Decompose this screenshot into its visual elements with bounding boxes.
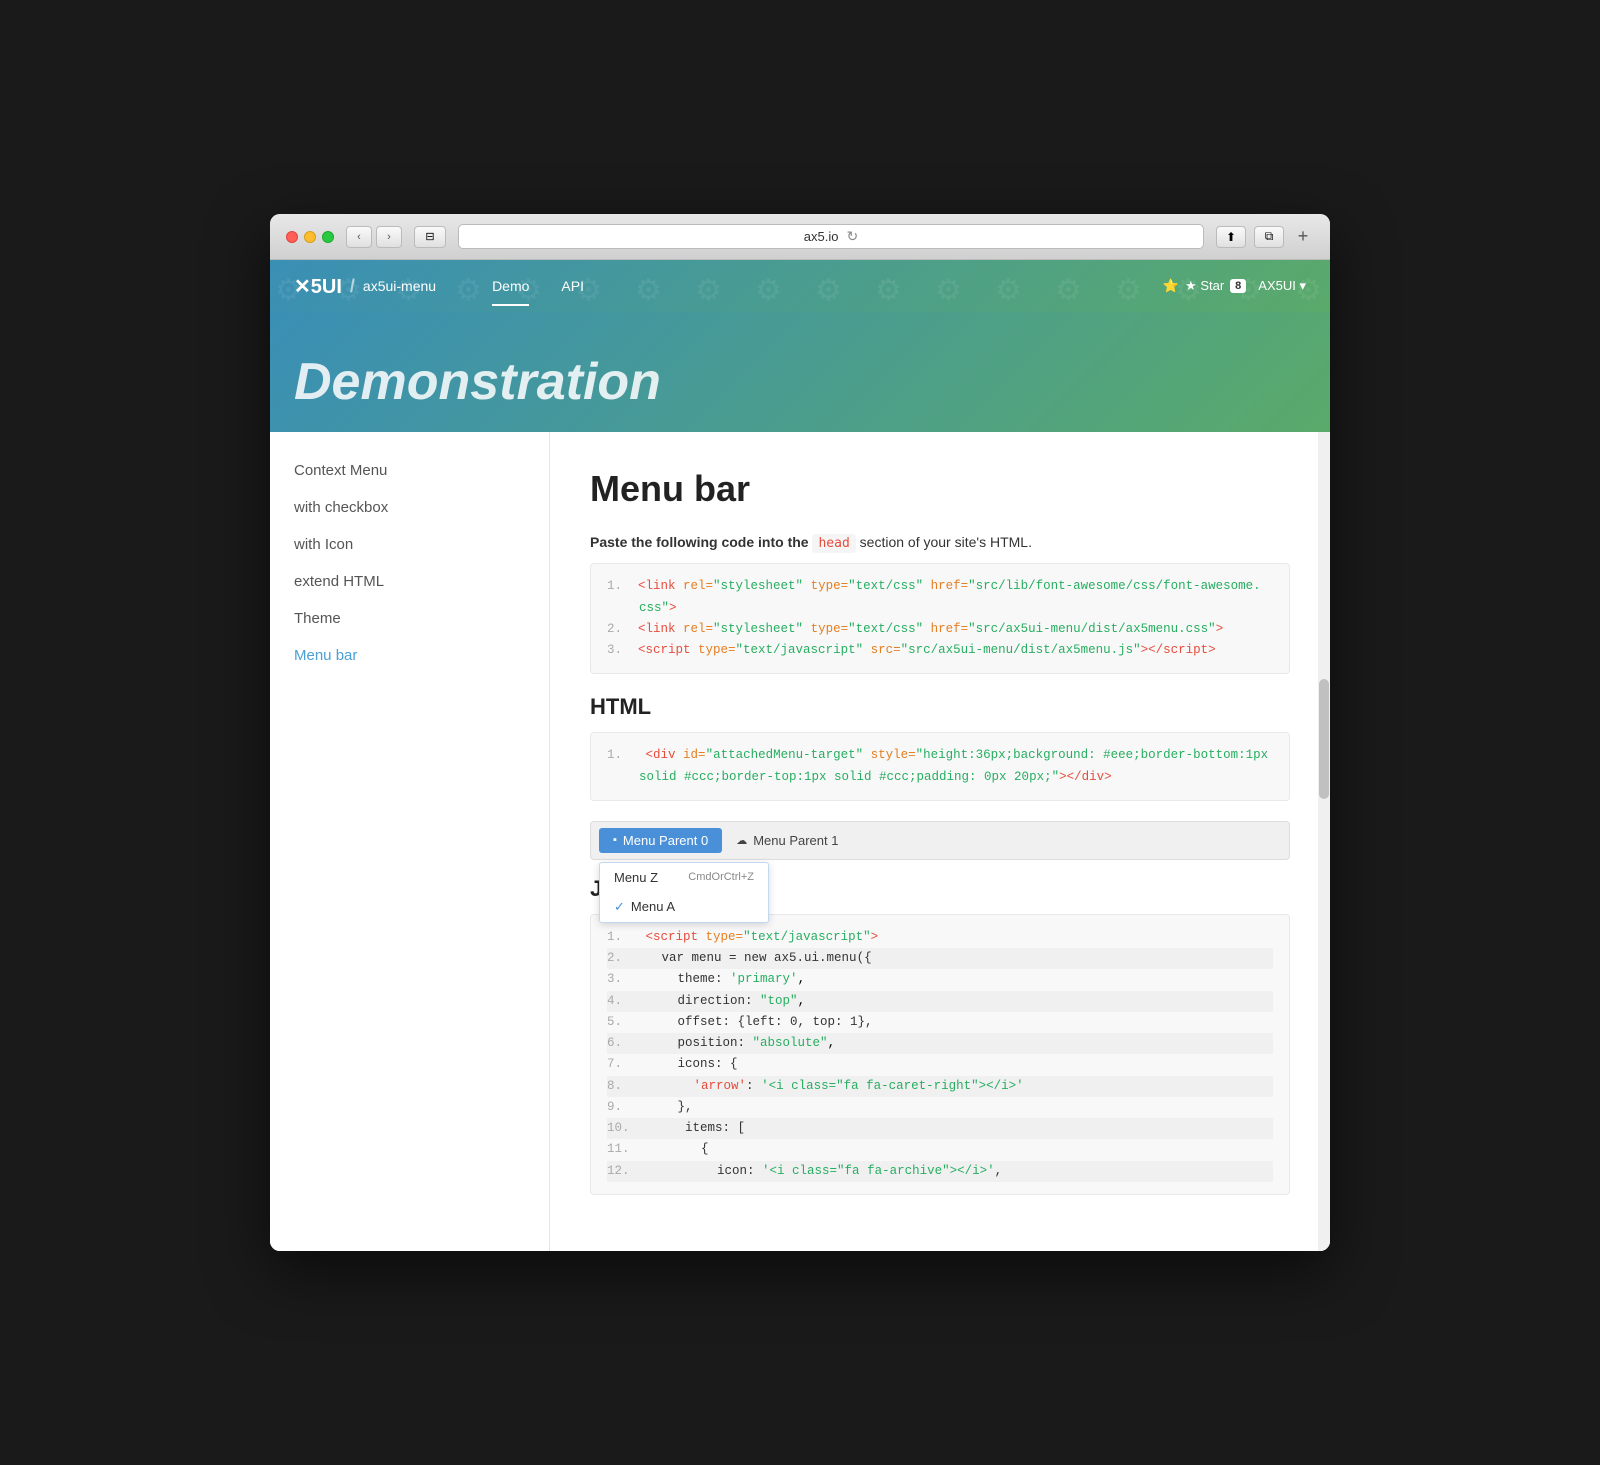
star-label: ★ Star	[1185, 278, 1224, 294]
site-header-inner: ✕5UI / ax5ui-menu Demo API ⭐ ★ Star 8	[294, 260, 1306, 312]
url-text: ax5.io	[804, 229, 839, 244]
logo-separator: /	[350, 276, 355, 297]
js-line-9: 9. },	[607, 1097, 1273, 1118]
site-header: ✕5UI / ax5ui-menu Demo API ⭐ ★ Star 8	[270, 260, 1330, 312]
dropdown-shortcut-z: CmdOrCtrl+Z	[688, 871, 754, 883]
js-line-1: 1. <script type="text/javascript">	[607, 927, 1273, 948]
js-line-6: 6. position: "absolute",	[607, 1033, 1273, 1054]
dropdown-item-menu-z[interactable]: Menu Z CmdOrCtrl+Z	[600, 863, 768, 892]
dropdown-popup: Menu Z CmdOrCtrl+Z ✓ Menu A	[599, 862, 769, 923]
js-line-2: 2. var menu = new ax5.ui.menu({	[607, 948, 1273, 969]
intro-paragraph: Paste the following code into the head s…	[590, 534, 1290, 551]
menu-parent-1-icon: ☁	[736, 834, 747, 847]
js-line-10: 10. items: [	[607, 1118, 1273, 1139]
forward-button[interactable]: ›	[376, 226, 402, 248]
main-layout: Context Menu with checkbox with Icon ext…	[270, 432, 1330, 1251]
code-line-2: 2.<link rel="stylesheet" type="text/css"…	[607, 619, 1273, 640]
demo-banner: Demonstration	[270, 312, 1330, 432]
js-line-8: 8. 'arrow': '<i class="fa fa-caret-right…	[607, 1076, 1273, 1097]
code-line-1b: css">	[607, 598, 1273, 619]
intro-text-bold: Paste the following code into the	[590, 534, 809, 550]
browser-window: ‹ › ⊟ ax5.io ↻ ⬆ ⧉ + ✕5UI / ax5ui-menu D…	[270, 214, 1330, 1251]
dropdown-item-label-z: Menu Z	[614, 870, 658, 885]
scrollbar-thumb[interactable]	[1319, 679, 1329, 799]
content-area: Menu bar Paste the following code into t…	[550, 432, 1330, 1251]
head-tag: head	[812, 534, 855, 553]
ax5ui-menu[interactable]: AX5UI ▾	[1258, 278, 1306, 294]
js-line-11: 11. {	[607, 1139, 1273, 1160]
toolbar-right: ⬆ ⧉ +	[1216, 226, 1314, 248]
site-logo: ✕5UI / ax5ui-menu	[294, 274, 436, 299]
nav-buttons: ‹ ›	[346, 226, 402, 248]
star-icon: ⭐	[1163, 278, 1179, 294]
close-button[interactable]	[286, 231, 298, 243]
maximize-button[interactable]	[322, 231, 334, 243]
site-nav: Demo API	[476, 270, 600, 302]
sidebar-item-extend-html[interactable]: extend HTML	[270, 563, 549, 600]
new-tab-button[interactable]: ⧉	[1254, 226, 1284, 248]
html-code-line-1b: solid #ccc;border-top:1px solid #ccc;pad…	[607, 767, 1273, 788]
dropdown-item-menu-a[interactable]: ✓ Menu A	[600, 892, 768, 922]
menu-parent-1-button[interactable]: ☁ Menu Parent 1	[722, 828, 852, 853]
sidebar: Context Menu with checkbox with Icon ext…	[270, 432, 550, 1251]
back-button[interactable]: ‹	[346, 226, 372, 248]
minimize-button[interactable]	[304, 231, 316, 243]
logo-mark: ✕5UI	[294, 274, 342, 299]
site-header-right: ⭐ ★ Star 8 AX5UI ▾	[1163, 278, 1306, 294]
sidebar-item-theme[interactable]: Theme	[270, 600, 549, 637]
head-code-block: 1.<link rel="stylesheet" type="text/css"…	[590, 563, 1290, 674]
js-line-5: 5. offset: {left: 0, top: 1},	[607, 1012, 1273, 1033]
js-line-4: 4. direction: "top",	[607, 991, 1273, 1012]
js-line-3: 3. theme: 'primary',	[607, 969, 1273, 990]
title-bar: ‹ › ⊟ ax5.io ↻ ⬆ ⧉ +	[270, 214, 1330, 260]
nav-api[interactable]: API	[545, 270, 600, 302]
refresh-button[interactable]: ↻	[846, 228, 858, 245]
menu-parent-0-button[interactable]: ▪ Menu Parent 0	[599, 828, 722, 853]
menu-bar-demo: ▪ Menu Parent 0 ☁ Menu Parent 1 Menu Z C…	[590, 821, 1290, 860]
sidebar-item-with-icon[interactable]: with Icon	[270, 526, 549, 563]
dropdown-item-label-a: Menu A	[631, 899, 754, 914]
menu-parent-0-icon: ▪	[613, 834, 617, 846]
html-code-block: 1. <div id="attachedMenu-target" style="…	[590, 732, 1290, 801]
sidebar-item-menu-bar[interactable]: Menu bar	[270, 637, 549, 674]
menu-parent-1-label: Menu Parent 1	[753, 833, 838, 848]
intro-text2: section of your site's HTML.	[860, 534, 1032, 550]
menu-bar-inner: ▪ Menu Parent 0 ☁ Menu Parent 1	[591, 822, 1289, 859]
github-star[interactable]: ⭐ ★ Star 8	[1163, 278, 1246, 294]
page-title: Menu bar	[590, 468, 1290, 510]
add-tab-button[interactable]: +	[1292, 226, 1314, 248]
html-code-line-1: 1. <div id="attachedMenu-target" style="…	[607, 745, 1273, 766]
code-line-1: 1.<link rel="stylesheet" type="text/css"…	[607, 576, 1273, 597]
menu-parent-0-label: Menu Parent 0	[623, 833, 708, 848]
sidebar-item-context-menu[interactable]: Context Menu	[270, 452, 549, 489]
sidebar-item-with-checkbox[interactable]: with checkbox	[270, 489, 549, 526]
js-line-7: 7. icons: {	[607, 1054, 1273, 1075]
star-count: 8	[1230, 279, 1246, 293]
sidebar-toggle[interactable]: ⊟	[414, 226, 446, 248]
nav-demo[interactable]: Demo	[476, 270, 545, 302]
js-code-block: 1. <script type="text/javascript"> 2. va…	[590, 914, 1290, 1195]
share-button[interactable]: ⬆	[1216, 226, 1246, 248]
scrollbar-track[interactable]	[1318, 432, 1330, 1251]
html-section-title: HTML	[590, 694, 1290, 720]
demo-banner-title: Demonstration	[294, 352, 1330, 412]
traffic-lights	[286, 231, 334, 243]
address-bar[interactable]: ax5.io ↻	[458, 224, 1204, 249]
logo-sub: ax5ui-menu	[363, 278, 436, 294]
dropdown-check-a: ✓	[614, 899, 625, 915]
js-line-12: 12. icon: '<i class="fa fa-archive"></i>…	[607, 1161, 1273, 1182]
code-line-3: 3.<script type="text/javascript" src="sr…	[607, 640, 1273, 661]
